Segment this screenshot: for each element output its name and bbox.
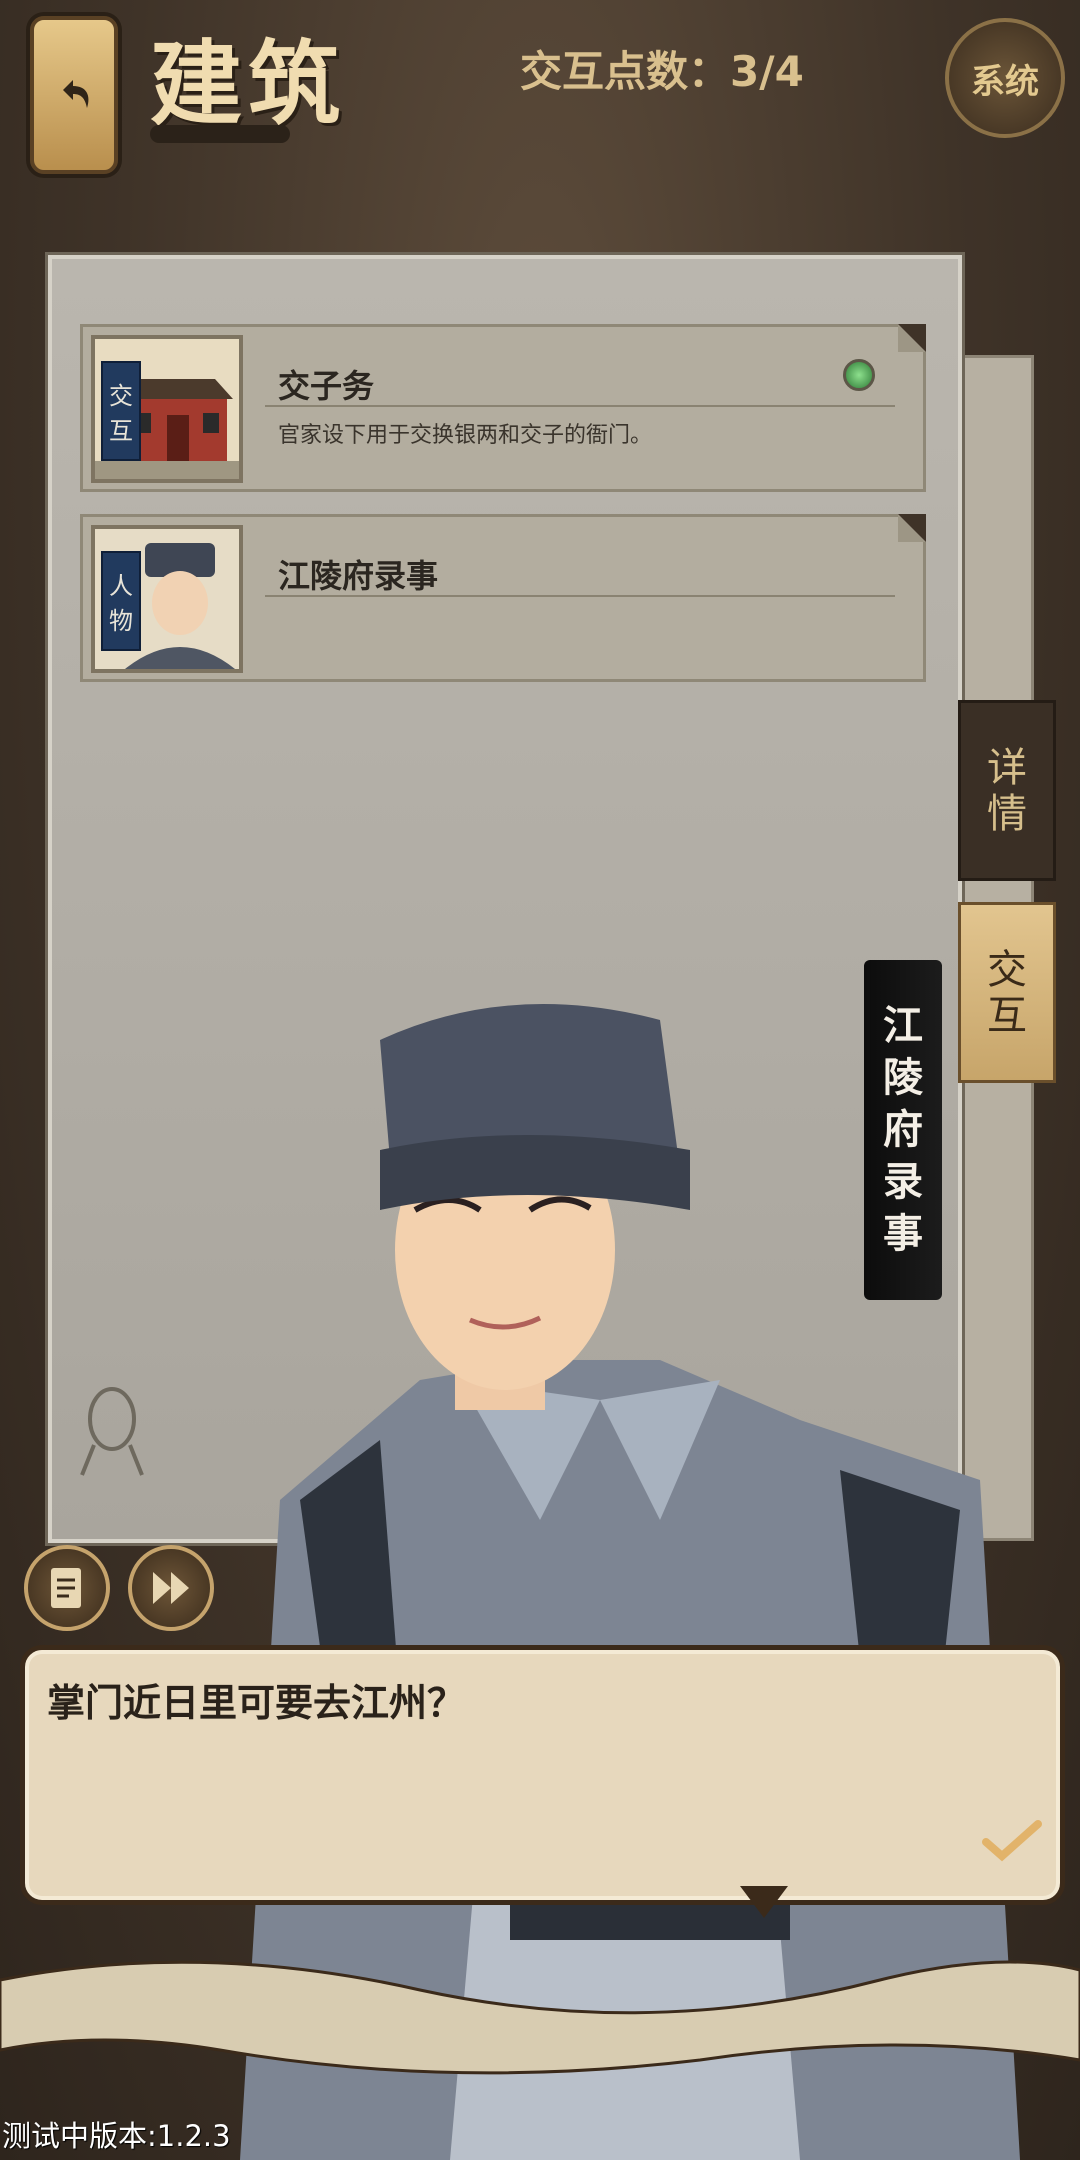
item-tag: 交互 — [101, 361, 141, 461]
corner-fold — [898, 324, 926, 352]
top-bar: 建筑 交互点数：3/4 系统 — [0, 0, 1080, 174]
interaction-points: 交互点数：3/4 — [520, 47, 804, 96]
list-item[interactable]: 人物 江陵府录事 — [80, 514, 926, 682]
divider — [265, 405, 895, 407]
back-button[interactable] — [30, 16, 118, 174]
person-thumbnail: 人物 — [91, 525, 243, 673]
confirm-check-icon[interactable] — [982, 1818, 1042, 1864]
dialog-box[interactable]: 掌门近日里可要去江州？ — [20, 1645, 1065, 1905]
back-arrow-icon — [63, 80, 89, 108]
system-button-label: 系统 — [971, 61, 1039, 102]
tab-detail[interactable]: 详 情 — [958, 700, 1056, 881]
speaker-name-banner: 江陵府录事 — [864, 960, 942, 1300]
version-label: 测试中版本:1.2.3 — [2, 2119, 231, 2153]
divider — [265, 595, 895, 597]
item-title: 交子务 — [278, 367, 375, 405]
scroll-cloth — [0, 1960, 1080, 2075]
document-icon — [51, 1568, 81, 1608]
status-gem-icon — [843, 359, 875, 391]
list-item[interactable]: 交互 交子务 官家设下用于交换银两和交子的衙门。 — [80, 324, 926, 492]
dialog-tail — [740, 1886, 788, 1918]
item-title: 江陵府录事 — [278, 557, 439, 595]
corner-fold — [898, 514, 926, 542]
page-title: 建筑 — [150, 30, 347, 138]
system-button[interactable]: 系统 — [945, 18, 1065, 138]
item-description: 官家设下用于交换银两和交子的衙门。 — [278, 423, 653, 448]
fast-forward-button[interactable] — [128, 1545, 214, 1631]
drum-icon — [80, 1387, 144, 1476]
log-button[interactable] — [24, 1545, 110, 1631]
fast-forward-icon — [153, 1572, 189, 1604]
building-thumbnail: 交互 — [91, 335, 243, 483]
dialog-text: 掌门近日里可要去江州？ — [47, 1681, 466, 1725]
title-underline — [150, 125, 290, 143]
item-tag: 人物 — [101, 551, 141, 651]
